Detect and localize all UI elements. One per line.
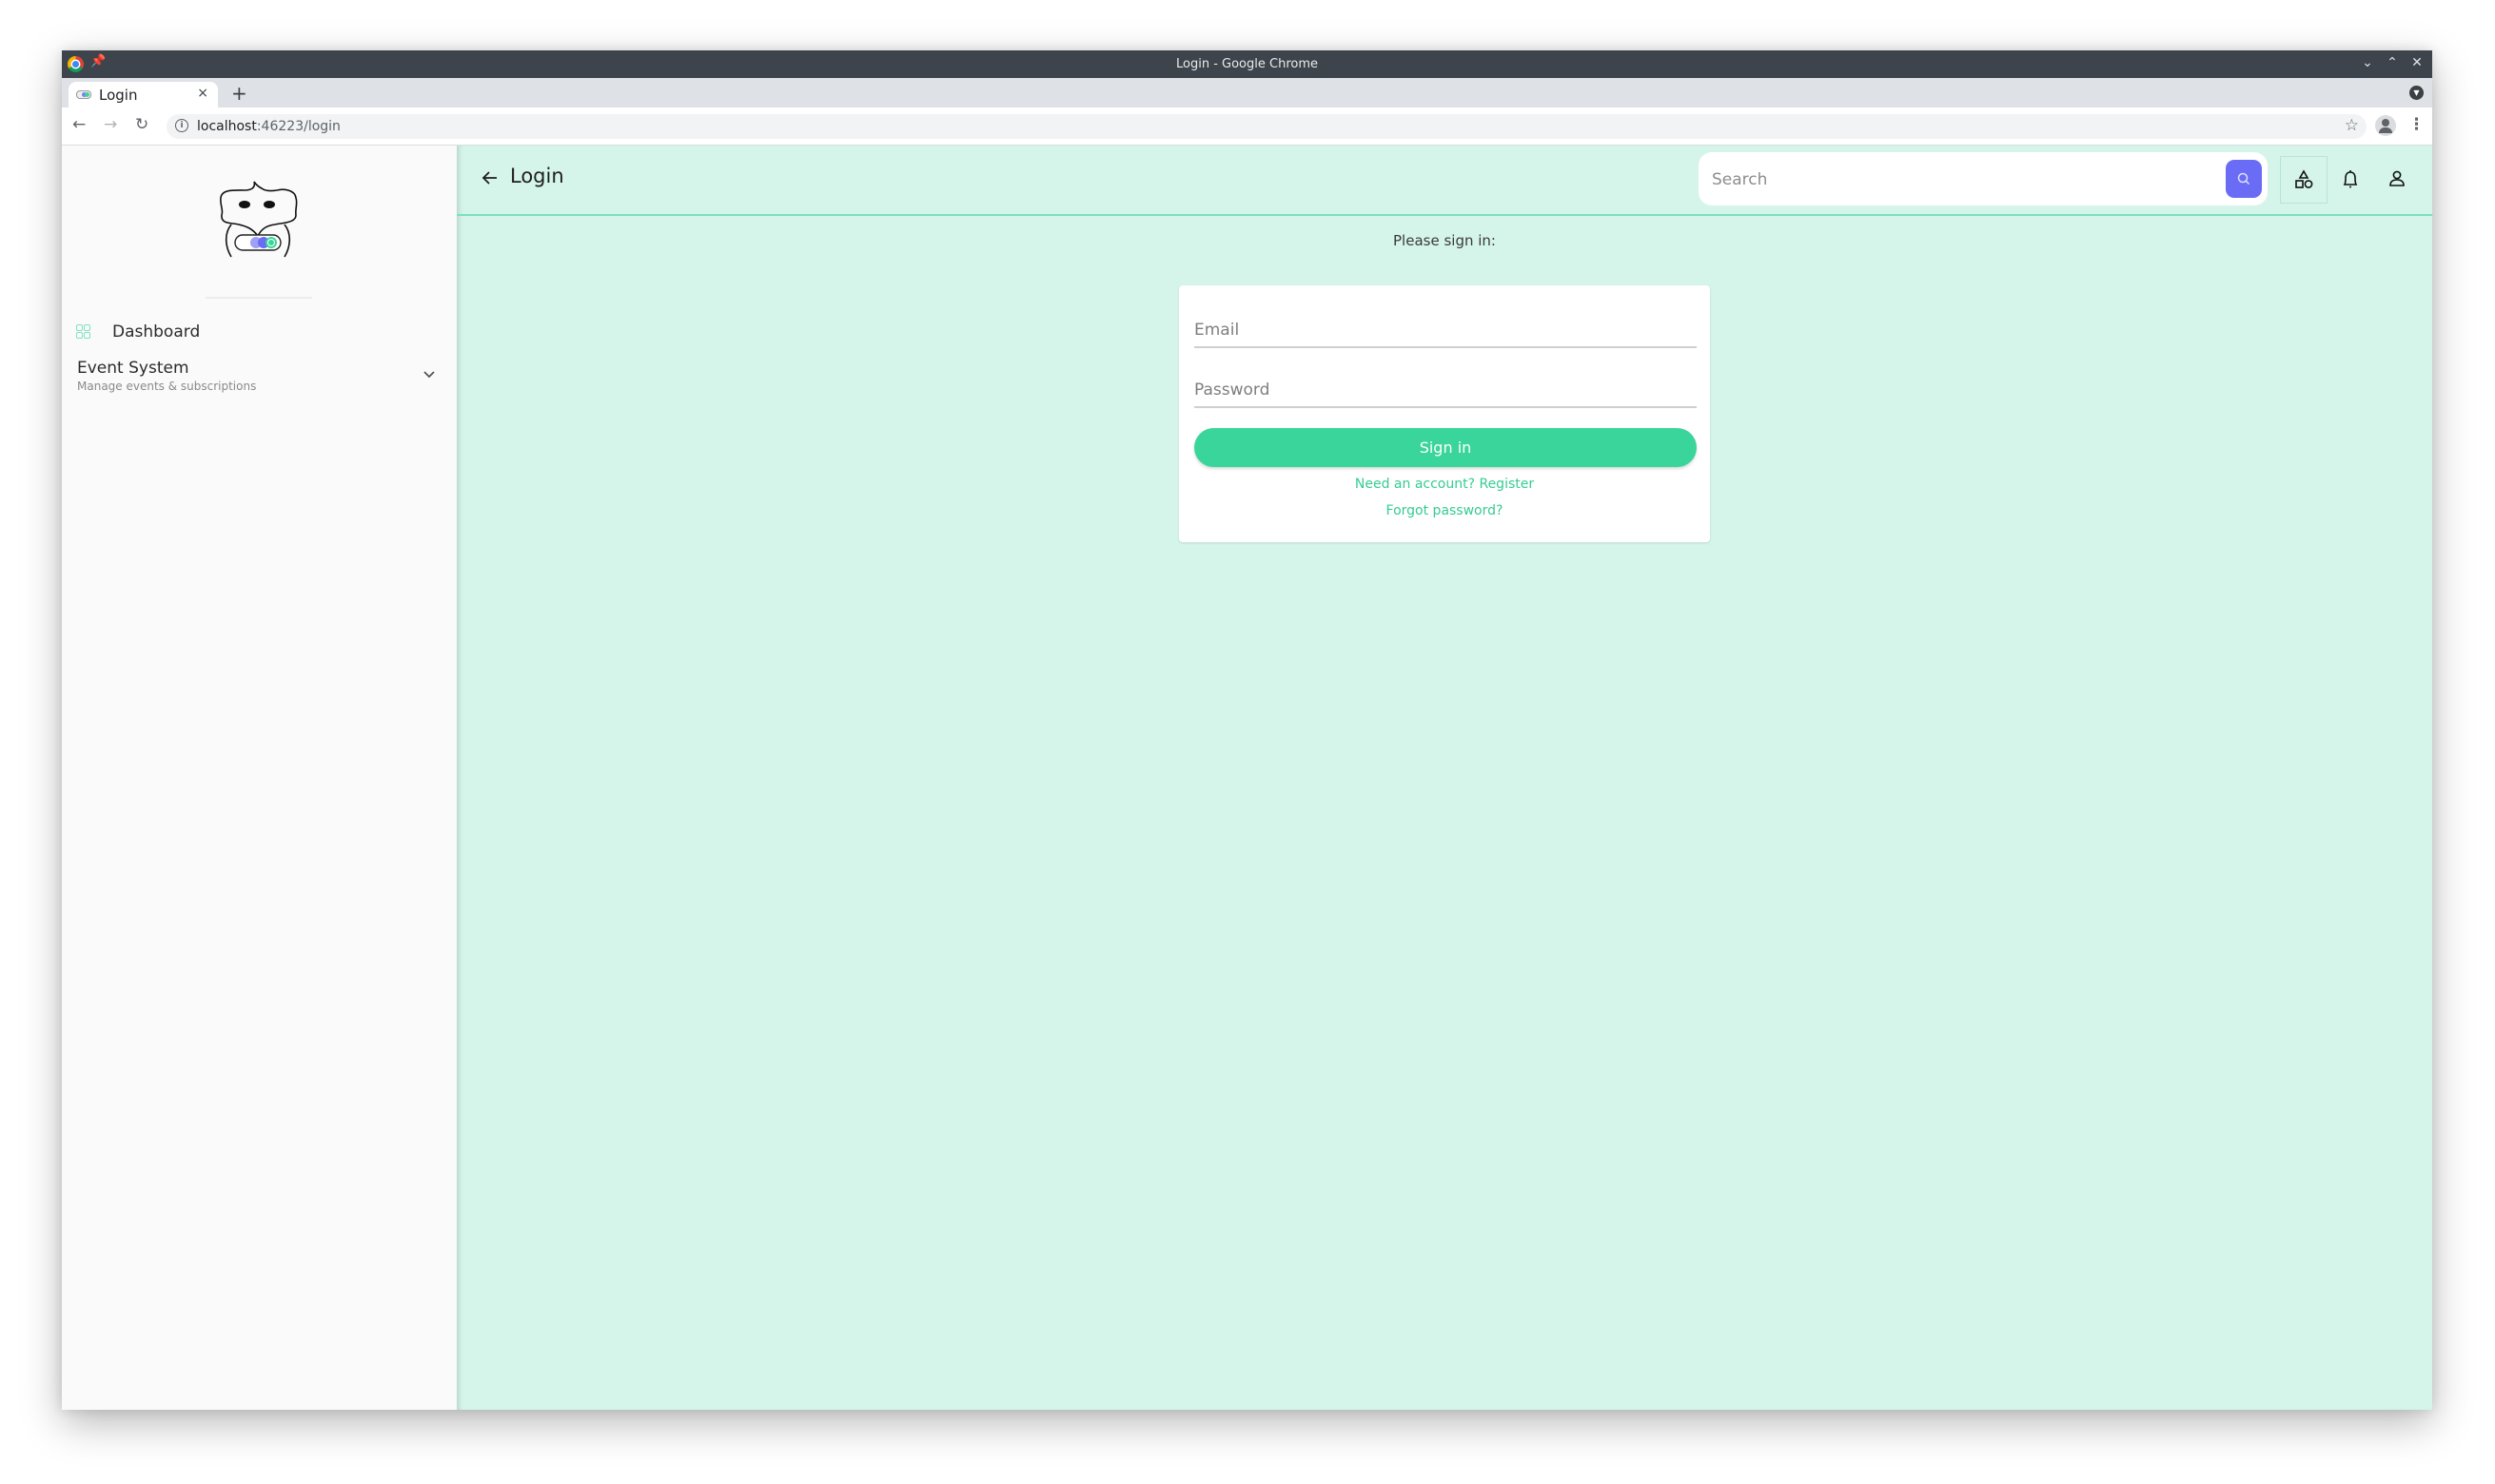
title-bar: 📌 Login - Google Chrome ⌄ ⌃ ✕ [62,50,2432,78]
profile-avatar-icon[interactable] [2375,115,2396,136]
sign-in-button[interactable]: Sign in [1194,428,1697,467]
register-link[interactable]: Need an account? Register [1179,477,1710,492]
main-panel: Login Search Please sign in: Email Sign … [457,146,2432,1410]
tab-search-icon[interactable]: ▼ [2409,86,2424,100]
bookmark-star-icon[interactable]: ☆ [2345,116,2359,135]
tab-login[interactable]: Login × [69,82,218,107]
sidebar-item-label: Dashboard [112,322,201,342]
sign-in-prompt: Please sign in: [1393,232,1496,249]
browser-menu-icon[interactable]: ⋮ [2408,115,2425,134]
account-button[interactable] [2374,156,2420,202]
new-tab-button[interactable]: + [231,82,247,105]
shapes-button[interactable] [2280,156,2328,204]
email-field[interactable] [1194,314,1697,348]
search-box [1699,152,2268,205]
chevron-down-icon[interactable] [422,366,437,381]
bell-icon [2343,170,2358,188]
address-bar[interactable]: i localhost:46223/login ☆ [167,114,2367,139]
tab-title: Login [99,86,138,104]
page-header: Login [457,146,2432,216]
back-nav-icon[interactable]: ← [72,115,86,134]
url-text[interactable]: localhost:46223/login [197,119,341,134]
sidebar-divider [206,297,312,299]
shapes-icon [2295,169,2313,188]
page-title: Login [510,165,564,187]
app-logo-icon [220,181,298,258]
url-path: :46223/login [256,119,341,134]
grid-icon [76,324,91,340]
login-card: Sign in Need an account? Register Forgot… [1179,285,1710,542]
sidebar-item-subtitle: Manage events & subscriptions [77,380,257,393]
app-content: Dashboard Event System Manage events & s… [62,146,2432,1410]
notifications-button[interactable] [2328,156,2373,202]
minimize-icon[interactable]: ⌄ [2360,53,2375,72]
sidebar: Dashboard Event System Manage events & s… [62,146,457,1410]
close-window-icon[interactable]: ✕ [2409,53,2425,72]
sidebar-item-label: Event System [77,359,189,378]
site-info-icon[interactable]: i [175,119,188,132]
reload-icon[interactable]: ↻ [135,115,148,134]
url-host: localhost [197,119,257,134]
tab-strip: Login × + ▼ [62,78,2432,107]
forward-nav-icon[interactable]: → [104,115,117,134]
forgot-password-link[interactable]: Forgot password? [1179,503,1710,518]
browser-toolbar: ← → ↻ i localhost:46223/login ☆ ⋮ [62,107,2432,146]
window-title: Login - Google Chrome [1176,57,1318,71]
back-arrow-icon[interactable] [481,168,500,187]
search-icon [2237,172,2250,186]
search-input[interactable] [1710,166,2209,194]
favicon-icon [76,90,91,99]
sidebar-item-dashboard[interactable]: Dashboard [62,315,457,349]
browser-window: 📌 Login - Google Chrome ⌄ ⌃ ✕ Login × + … [62,50,2432,1410]
search-button[interactable] [2226,160,2262,198]
password-field[interactable] [1194,374,1697,408]
tab-close-icon[interactable]: × [197,86,208,101]
sidebar-item-event-system[interactable]: Event System Manage events & subscriptio… [62,357,457,404]
user-icon [2389,170,2405,186]
maximize-icon[interactable]: ⌃ [2385,53,2400,72]
